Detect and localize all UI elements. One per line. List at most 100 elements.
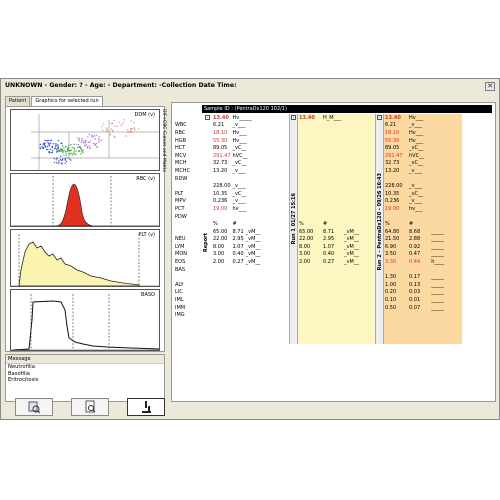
- blank-cell: [245, 296, 262, 304]
- parameter-name: HGB: [175, 137, 187, 144]
- tab-graphics[interactable]: Graphics for selected run: [31, 96, 103, 106]
- scatter-point: [71, 147, 73, 149]
- run1-collapse-box[interactable]: -: [291, 115, 296, 120]
- diff-abs: 0.40: [232, 251, 244, 258]
- run2-collapse-box[interactable]: -: [377, 115, 382, 120]
- scatter-point: [58, 149, 60, 151]
- scatter-point: [98, 138, 100, 140]
- run2-ext-pct: 1.30: [385, 274, 397, 281]
- scatter-point: [68, 150, 70, 152]
- scatter-point: [63, 149, 65, 151]
- plt-flag: hv___: [232, 205, 247, 212]
- message-box: Message Neutrofilia Basofilia Eritrocito…: [5, 354, 165, 402]
- scatter-point: [130, 127, 132, 130]
- scatter-point: [56, 144, 59, 146]
- scatter-point: [133, 127, 136, 129]
- scatter-point: [96, 146, 98, 148]
- scatter-point: [85, 140, 87, 143]
- scatter-point: [91, 136, 93, 138]
- run2-cbc-flag: Hv___: [409, 129, 424, 136]
- scatter-point: [44, 145, 46, 148]
- scatter-point: [50, 139, 52, 142]
- scatter-point: [47, 142, 49, 144]
- diff-abs-header: #: [232, 221, 237, 228]
- scatter-point: [39, 147, 41, 149]
- scatter-point: [98, 139, 101, 142]
- close-button[interactable]: ✕: [485, 82, 495, 91]
- message-line: Eritrocitosis: [8, 377, 39, 383]
- blank-cell: [232, 281, 245, 289]
- cbc-value: 13.20: [213, 167, 228, 174]
- run1-diff-pct: 3.00: [299, 251, 311, 258]
- run2-ext-abs: 0.13: [409, 281, 421, 288]
- scatter-point: [130, 120, 132, 122]
- run2-ext-pct: 0.50: [385, 304, 397, 311]
- blank-cell: [212, 289, 232, 297]
- scatter-point: [58, 150, 61, 153]
- run2-ext-flag: _____: [431, 297, 444, 304]
- microscope-button[interactable]: [127, 398, 165, 416]
- run2-cbc-value: 32.73: [385, 160, 400, 167]
- parameter-name: [174, 114, 200, 122]
- curves-matrix-tab[interactable]: DIF+CBC Curves and Matrix: [159, 109, 166, 172]
- report-collapse-box[interactable]: -: [205, 115, 210, 120]
- message-title: Message: [6, 355, 164, 364]
- scatter-point: [56, 147, 59, 149]
- ddm-label: DDM (v): [134, 112, 155, 118]
- document-search-icon: [85, 400, 96, 413]
- search-record-button[interactable]: [71, 398, 109, 416]
- scatter-point: [131, 131, 133, 133]
- blank-cell: [232, 296, 245, 304]
- blank-cell: [298, 152, 322, 160]
- scatter-point: [75, 150, 77, 152]
- parameter-name: BAS: [175, 266, 186, 273]
- bottom-toolbar: [15, 398, 165, 418]
- scatter-point: [70, 144, 72, 146]
- plt-flag: _vC__: [232, 190, 247, 197]
- scatter-point: [66, 149, 69, 152]
- run2-label: Run 2 - PentraDx120 - 09/26 16:43: [377, 173, 383, 271]
- scatter-point: [51, 151, 54, 153]
- scatter-point: [86, 146, 89, 148]
- blank-cell: [212, 296, 232, 304]
- scatter-point: [70, 159, 72, 161]
- tab-patient[interactable]: Patient: [5, 96, 31, 106]
- search-patient-button[interactable]: [15, 398, 53, 416]
- cbc-value: 89.05: [213, 145, 228, 152]
- run2-cbc-value: 18.10: [385, 129, 400, 136]
- run1-diff-pct: 2.00: [299, 259, 311, 266]
- run1-values-table: 13.40 H_M___% #65.00 8.71 _vM__ 22.00 2.95 _vM_…: [298, 114, 370, 266]
- scatter-point: [120, 124, 123, 126]
- scatter-point: [51, 145, 54, 148]
- run1-diff-pct: 22.00: [299, 236, 314, 243]
- scatter-point: [106, 129, 108, 132]
- scatter-point: [74, 148, 76, 150]
- blank-cell: [298, 198, 322, 206]
- run2-diff-abs: 8.68: [409, 228, 421, 235]
- run2-cbc-flag: _v___: [409, 167, 422, 174]
- run2-ext-abs: 0.17: [409, 274, 421, 281]
- scatter-point: [80, 147, 82, 150]
- run2-cbc-flag: hVC__: [409, 152, 425, 159]
- scatter-point: [113, 119, 115, 122]
- scatter-point: [77, 144, 80, 146]
- scatter-point: [46, 145, 49, 148]
- scatter-point: [62, 151, 64, 154]
- scatter-point: [81, 138, 84, 140]
- blank-cell: [298, 122, 322, 130]
- scatter-point: [80, 153, 82, 155]
- scatter-point: [81, 140, 83, 142]
- diff-abs: 0.27: [232, 259, 244, 266]
- run1-values: 13.40 H_M___% #65.00 8.71 _vM__ 22.00 2.95 _vM_…: [298, 114, 376, 344]
- parameter-names-table: WBC RBC HGB HCT MCV MCH MCHC RDW PLT MPV PCT PDW NEU…: [174, 114, 200, 319]
- parameter-names: WBC RBC HGB HCT MCV MCH MCHC RDW PLT MPV PCT PDW NEU…: [174, 114, 202, 344]
- scatter-point: [101, 125, 103, 127]
- cbc-flag: Hv___: [232, 129, 247, 136]
- results-panel: Sample ID : (PentraDx120 102/1) Report R…: [171, 102, 496, 402]
- diff-flag: _vM__: [245, 251, 261, 258]
- scatter-point: [55, 161, 58, 164]
- scatter-point: [61, 149, 63, 151]
- scatter-point: [57, 163, 59, 165]
- scatter-point: [56, 157, 58, 159]
- scatter-point: [60, 150, 62, 152]
